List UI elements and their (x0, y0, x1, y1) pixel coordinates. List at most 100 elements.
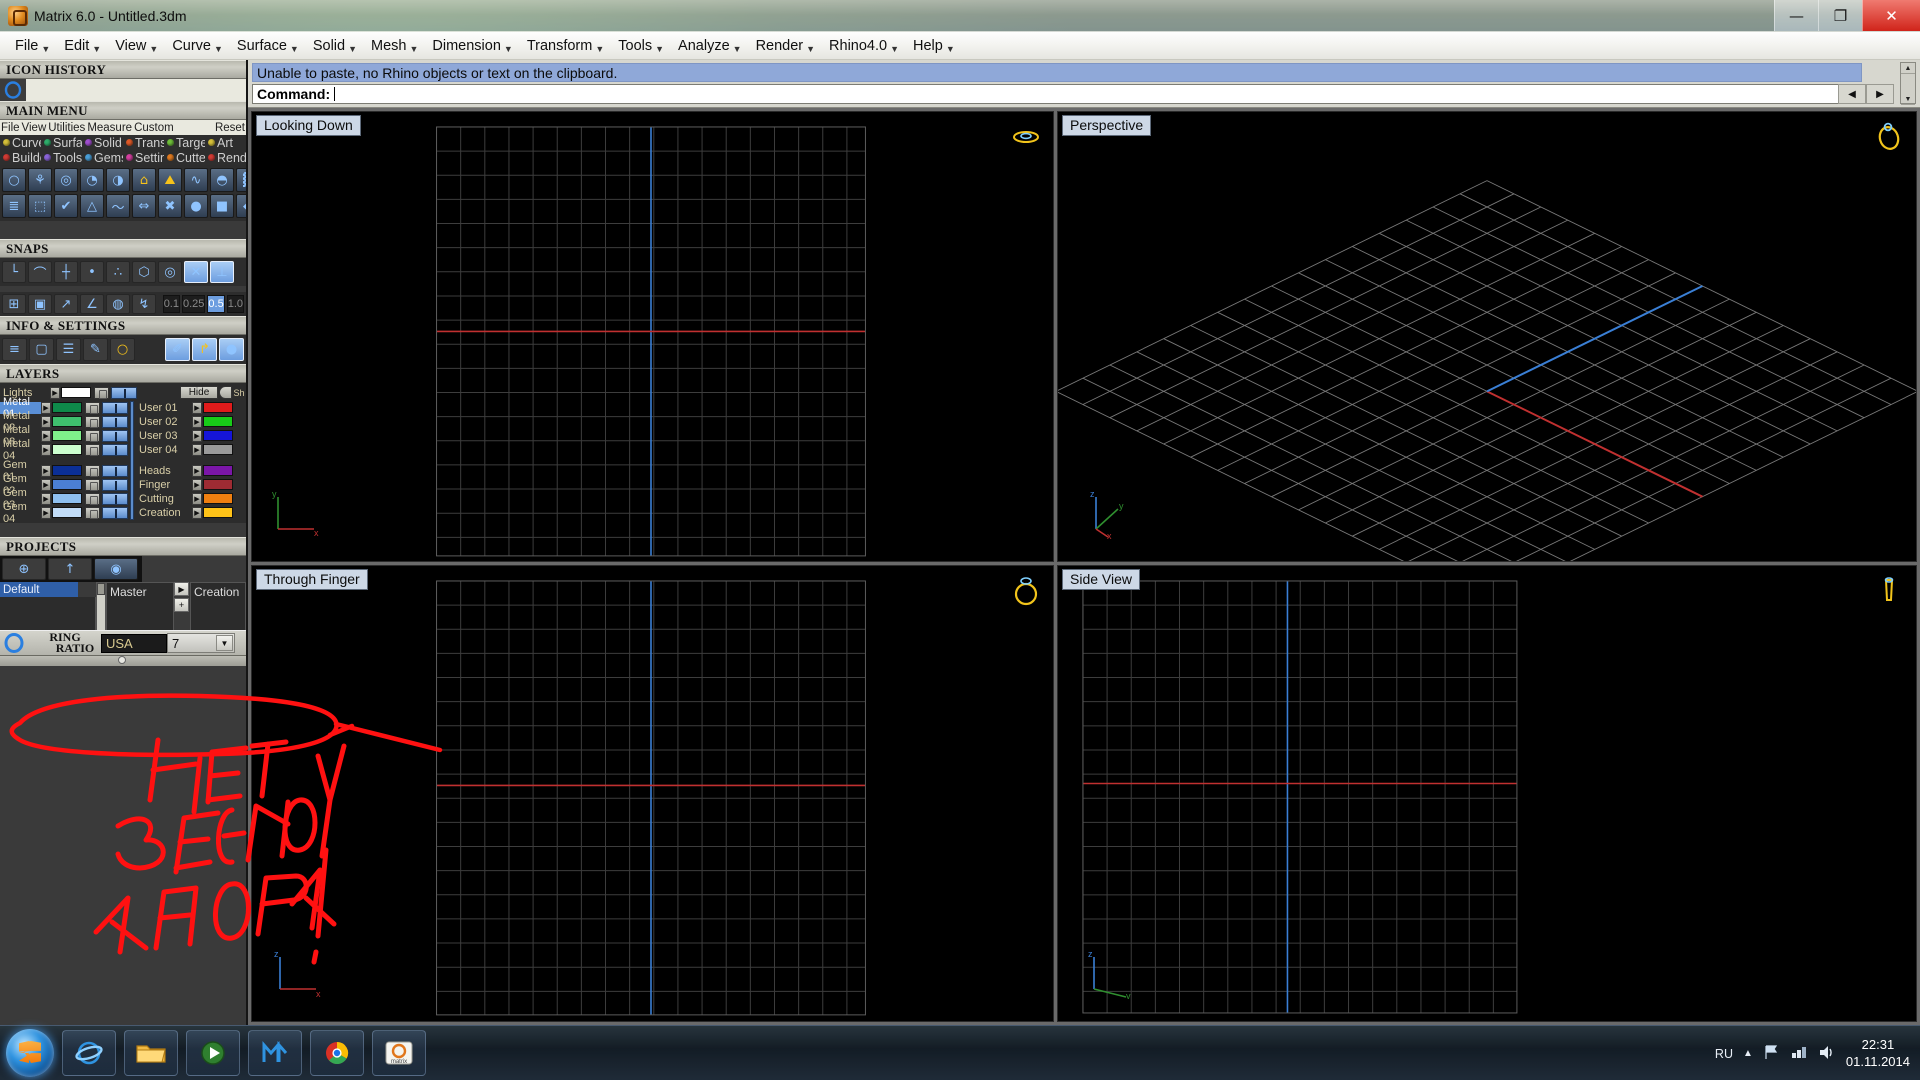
layer-expand-arrow[interactable]: ▶ (41, 443, 51, 456)
snap-center-line-icon[interactable]: ∴ (106, 261, 130, 283)
main-menu-cat-surface[interactable]: Surface (41, 136, 82, 150)
viewport-label[interactable]: Perspective (1062, 115, 1152, 136)
tray-language[interactable]: RU (1715, 1047, 1733, 1061)
curve-sweep-icon[interactable]: ∿ (184, 168, 208, 192)
tray-show-hidden-icon[interactable]: ▲ (1743, 1048, 1753, 1059)
snap-center-icon[interactable]: ◎ (158, 261, 182, 283)
main-menu-cat-settings[interactable]: Settings (123, 151, 164, 165)
mirror-icon[interactable]: ⇔ (132, 194, 156, 218)
main-menu-cat-target[interactable]: Target (164, 136, 205, 150)
layer-visible-toggle[interactable] (102, 443, 128, 456)
signet-ring-icon[interactable]: ◓ (210, 168, 234, 192)
command-input[interactable]: Command: (252, 84, 1862, 104)
ring-blue-icon[interactable] (3, 632, 25, 654)
layer-row[interactable]: User 02 ▶ (136, 415, 246, 428)
section-header-snaps[interactable]: SNAPS (0, 239, 246, 258)
layers-hide-button[interactable]: Hide (180, 386, 218, 399)
layer-color-swatch[interactable] (203, 465, 233, 476)
layer-row[interactable]: Cutting ▶ (136, 492, 246, 505)
layer-lock-toggle[interactable] (85, 401, 100, 414)
menu-item-mesh[interactable]: Mesh ▼ (364, 35, 425, 57)
sphere-icon[interactable]: ● (184, 194, 208, 218)
layer-row[interactable]: Finger ▶ (136, 478, 246, 491)
main-menu-utilities[interactable]: Utilities (47, 122, 86, 134)
main-menu-cat-builder[interactable]: Builder (0, 151, 41, 165)
layer-row[interactable]: Metal 04 ▶ (0, 438, 128, 462)
ring-gold-icon[interactable]: ○ (110, 338, 135, 361)
check-icon[interactable]: ✔ (54, 194, 78, 218)
main-menu-reset[interactable]: Reset (214, 122, 246, 134)
main-menu-cat-render[interactable]: Render (205, 151, 246, 165)
layer-expand-arrow[interactable]: ▶ (192, 506, 202, 519)
open-folder-icon[interactable]: ↑ (48, 558, 92, 580)
ring-side-view-icon[interactable] (1872, 574, 1906, 608)
layer-lock-toggle[interactable] (94, 386, 109, 399)
layer-expand-arrow[interactable]: ▶ (41, 478, 51, 491)
layer-row[interactable]: User 04 ▶ (136, 443, 246, 456)
close-button[interactable]: ✕ (1862, 0, 1920, 31)
tray-flag-icon[interactable] (1763, 1044, 1780, 1064)
record-history-icon[interactable]: ↯ (132, 294, 156, 314)
bezel-icon[interactable]: ◎ (54, 168, 78, 192)
layer-expand-arrow[interactable]: ▶ (192, 429, 202, 442)
main-menu-custom[interactable]: Custom (133, 122, 175, 134)
curve-pair-icon[interactable]: 〜 (106, 194, 130, 218)
start-button[interactable] (6, 1029, 54, 1077)
maximize-button[interactable]: ❐ (1818, 0, 1862, 31)
menu-item-solid[interactable]: Solid ▼ (306, 35, 364, 57)
layer-expand-arrow[interactable]: ▶ (192, 443, 202, 456)
minimize-button[interactable]: — (1774, 0, 1818, 31)
snap-value-0-25[interactable]: 0.25 (181, 295, 206, 313)
layer-row[interactable]: Creation ▶ (136, 506, 246, 519)
section-header-icon-history[interactable]: ICON HISTORY (0, 60, 246, 79)
dome-icon[interactable]: ⌂ (132, 168, 156, 192)
viewport-side-view[interactable]: Side View z y (1057, 565, 1917, 1022)
layer-expand-arrow[interactable]: ▶ (41, 506, 51, 519)
cone-icon[interactable]: △ (80, 194, 104, 218)
layer-color-swatch[interactable] (52, 465, 82, 476)
layer-row[interactable]: Gem 04 ▶ (0, 501, 128, 525)
gem-blue-icon[interactable]: ◉ (94, 558, 138, 580)
snap-mid-icon[interactable]: • (80, 261, 104, 283)
layer-lock-toggle[interactable] (85, 506, 100, 519)
menu-item-transform[interactable]: Transform ▼ (520, 35, 611, 57)
main-menu-cat-curve[interactable]: Curve (0, 136, 41, 150)
layer-visible-toggle[interactable] (102, 506, 128, 519)
menu-item-file[interactable]: File ▼ (8, 35, 57, 57)
taskbar-explorer-folder-icon[interactable] (124, 1030, 178, 1076)
layer-visible-toggle[interactable] (111, 386, 137, 399)
main-menu-cat-art[interactable]: Art (205, 136, 246, 150)
ring-slider-track[interactable] (0, 656, 246, 666)
snap-value-0-1[interactable]: 0.1 (162, 295, 180, 313)
main-menu-view[interactable]: View (21, 122, 48, 134)
menu-item-analyze[interactable]: Analyze ▼ (671, 35, 749, 57)
new-folder-icon[interactable]: ⊕ (2, 558, 46, 580)
layer-color-swatch[interactable] (52, 493, 82, 504)
icon-history-last-icon[interactable] (0, 79, 26, 101)
shank-edit-icon[interactable]: ◑ (106, 168, 130, 192)
angle-45-icon[interactable]: ∠ (80, 294, 104, 314)
ring-top-view-icon[interactable] (1009, 120, 1043, 154)
command-nav-next[interactable]: ▶ (1866, 84, 1894, 104)
layer-expand-arrow[interactable]: ▶ (192, 478, 202, 491)
layer-lock-toggle[interactable] (85, 415, 100, 428)
taskbar-clock[interactable]: 22:31 01.11.2014 (1846, 1037, 1910, 1070)
main-menu-file[interactable]: File (0, 122, 21, 134)
layer-lock-toggle[interactable] (85, 429, 100, 442)
layer-expand-arrow[interactable]: ▶ (192, 415, 202, 428)
tray-volume-icon[interactable] (1818, 1044, 1836, 1064)
taskbar-matrix-icon[interactable]: matrix (372, 1030, 426, 1076)
snap-quad-icon[interactable]: ⬡ (132, 261, 156, 283)
projects-next-button[interactable]: ▶ (174, 582, 189, 596)
command-scroll-up[interactable]: ▲ (1901, 63, 1915, 74)
texture-icon[interactable]: ▓ (236, 168, 246, 192)
stack-icon[interactable]: ≡ (2, 338, 27, 361)
layer-expand-arrow[interactable]: ▶ (192, 464, 202, 477)
layer-color-swatch[interactable] (52, 416, 82, 427)
layer-color-swatch[interactable] (52, 507, 82, 518)
viewport-looking-down[interactable]: Looking Down y x (251, 111, 1054, 562)
prong-icon[interactable]: ⚘ (28, 168, 52, 192)
layer-lock-toggle[interactable] (85, 464, 100, 477)
dome-gold-icon[interactable]: ⛰ (158, 168, 182, 192)
section-header-info-settings[interactable]: INFO & SETTINGS (0, 316, 246, 335)
